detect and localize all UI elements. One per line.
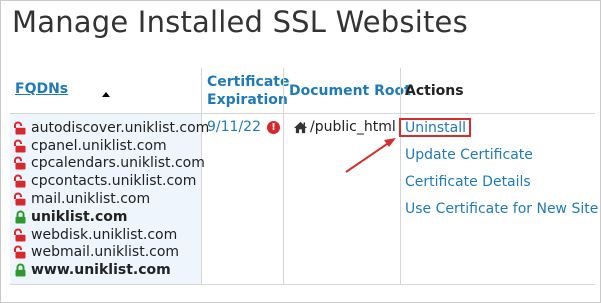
fqdn-name: www.uniklist.com <box>31 262 171 279</box>
fqdn-row: webmail.uniklist.com <box>14 244 209 262</box>
home-icon <box>294 121 307 133</box>
column-divider <box>283 68 284 285</box>
unlock-icon <box>14 192 26 206</box>
unlock-icon <box>14 121 26 135</box>
column-divider <box>400 68 401 285</box>
unlock-icon <box>14 228 26 242</box>
fqdn-name: webdisk.uniklist.com <box>31 226 178 243</box>
fqdn-row: cpcalendars.uniklist.com <box>14 155 209 173</box>
unlock-icon <box>14 246 26 259</box>
fqdn-name: autodiscover.uniklist.com <box>31 119 210 136</box>
fqdn-row: autodiscover.uniklist.com <box>14 119 209 137</box>
fqdn-row: uniklist.com <box>14 208 209 226</box>
unlock-icon <box>14 174 26 188</box>
fqdn-name: cpcontacts.uniklist.com <box>31 173 197 190</box>
lock-icon <box>15 210 26 224</box>
expiration-header-line1: Certificate <box>207 74 290 90</box>
fqdn-name: webmail.uniklist.com <box>31 244 180 261</box>
table-bottom-border <box>10 284 595 285</box>
page-title: Manage Installed SSL Websites <box>12 5 468 39</box>
unlock-icon <box>14 139 26 153</box>
expiration-column-header[interactable]: Certificate Expiration <box>207 73 289 109</box>
fqdn-row: mail.uniklist.com <box>14 190 209 208</box>
use-certificate-new-site-link[interactable]: Use Certificate for New Site <box>405 201 598 217</box>
document-root-column-header[interactable]: Document Root <box>289 82 411 100</box>
header-divider <box>10 113 595 114</box>
fqdn-name: cpanel.uniklist.com <box>31 137 167 154</box>
fqdn-name: mail.uniklist.com <box>31 191 151 208</box>
fqdn-row: webdisk.uniklist.com <box>14 226 209 244</box>
uninstall-highlight-box <box>399 118 471 137</box>
expiration-header-line2: Expiration <box>207 92 288 108</box>
fqdns-column-header[interactable]: FQDNs <box>15 80 68 98</box>
expiration-date[interactable]: 9/11/22 <box>207 119 261 135</box>
certificate-details-link[interactable]: Certificate Details <box>405 174 531 190</box>
exclamation-circle-icon: ! <box>266 120 280 134</box>
lock-icon <box>15 263 26 277</box>
fqdn-row: www.uniklist.com <box>14 261 209 279</box>
unlock-icon <box>14 157 26 170</box>
fqdn-name: cpcalendars.uniklist.com <box>31 155 205 172</box>
fqdn-list: autodiscover.uniklist.com cpanel.uniklist… <box>14 119 209 279</box>
actions-column-header: Actions <box>405 83 464 99</box>
annotation-arrow-icon <box>345 138 396 173</box>
fqdn-name: uniklist.com <box>31 208 128 225</box>
fqdn-row: cpcontacts.uniklist.com <box>14 172 209 190</box>
update-certificate-link[interactable]: Update Certificate <box>405 147 533 163</box>
sort-up-icon[interactable] <box>102 92 110 97</box>
expiration-cell[interactable]: 9/11/22 ! <box>207 119 280 135</box>
fqdn-row: cpanel.uniklist.com <box>14 137 209 155</box>
